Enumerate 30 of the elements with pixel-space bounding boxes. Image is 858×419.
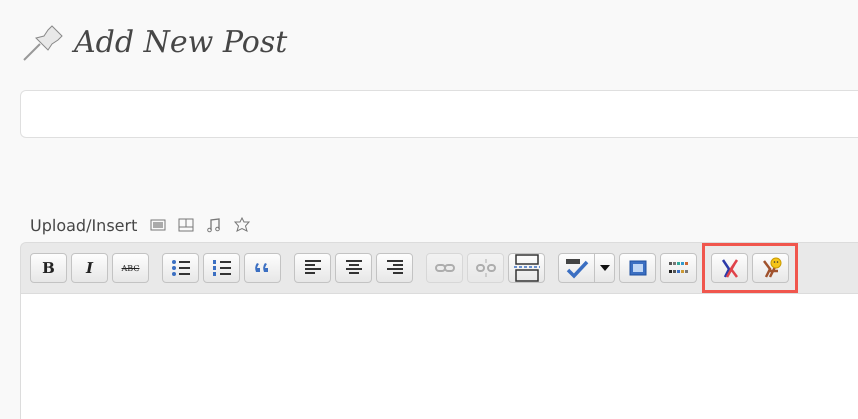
align-left-icon bbox=[302, 259, 322, 277]
window-button[interactable] bbox=[619, 253, 656, 283]
star-icon[interactable] bbox=[233, 217, 252, 233]
numbered-list-icon bbox=[212, 259, 232, 277]
image-icon[interactable] bbox=[149, 217, 168, 233]
align-center-icon bbox=[344, 259, 364, 277]
spellcheck-icon bbox=[564, 257, 590, 279]
align-center-button[interactable] bbox=[335, 253, 372, 283]
page-title: Add New Post bbox=[74, 24, 288, 60]
align-left-button[interactable] bbox=[294, 253, 331, 283]
unlink-icon bbox=[476, 259, 496, 277]
video-icon[interactable] bbox=[177, 217, 196, 233]
strikethrough-button[interactable]: ABC bbox=[112, 253, 149, 283]
bulleted-list-icon bbox=[170, 259, 190, 277]
spellcheck-dropdown[interactable] bbox=[595, 253, 615, 283]
bold-button[interactable]: B bbox=[30, 253, 67, 283]
chair-smile-button[interactable] bbox=[752, 253, 789, 283]
title-input[interactable] bbox=[20, 90, 858, 138]
align-right-icon bbox=[384, 259, 404, 277]
bullets-button[interactable] bbox=[162, 253, 199, 283]
more-button[interactable] bbox=[508, 253, 545, 283]
caret-icon bbox=[600, 265, 610, 271]
upload-insert-label: Upload/Insert bbox=[30, 216, 138, 234]
quote-button[interactable] bbox=[244, 253, 281, 283]
spellcheck-button[interactable] bbox=[558, 253, 595, 283]
numbers-button[interactable] bbox=[203, 253, 240, 283]
align-right-button[interactable] bbox=[376, 253, 413, 283]
italic-button[interactable]: I bbox=[71, 253, 108, 283]
page-break-icon bbox=[514, 254, 540, 282]
window-icon bbox=[628, 259, 648, 277]
